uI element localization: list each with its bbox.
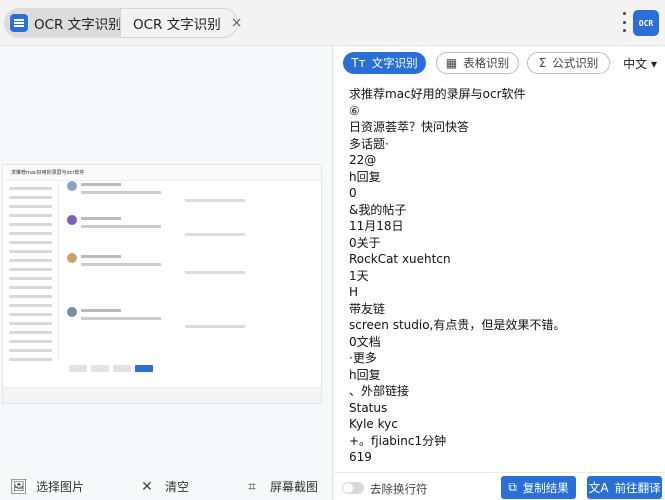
tab-title: OCR 文字识别 <box>34 17 122 33</box>
result-line: 多话题· <box>349 136 389 151</box>
result-line: 11月18日 <box>349 219 404 233</box>
result-line: 0关于 <box>349 235 381 250</box>
screenshot-label: 屏幕截图 <box>270 480 319 494</box>
select-image-label: 选择图片 <box>36 480 85 494</box>
screenshot-button[interactable]: ⌗ 屏幕截图 <box>244 478 318 495</box>
clear-label: 清空 <box>165 480 190 494</box>
close-icon[interactable]: × <box>231 15 243 31</box>
translate-button[interactable]: 文A 前往翻译 <box>587 476 662 499</box>
result-line: 日资源荟萃？快问快答 <box>349 120 470 134</box>
image-icon: 🖼 <box>10 478 28 495</box>
tab-table-label: 表格识别 <box>463 56 510 70</box>
image-preview: 求推荐mac好用的录屏与ocr软件 <box>2 164 322 404</box>
select-image-button[interactable]: 🖼 选择图片 <box>10 478 84 495</box>
table-icon: ▦ <box>445 56 458 70</box>
tab-formula-recognition[interactable]: Σ 公式识别 <box>527 52 610 74</box>
preview-bottom-strip <box>3 387 321 403</box>
result-line: 0 <box>349 186 357 200</box>
tab-title: OCR 文字识别 <box>133 17 221 33</box>
ocr-capture-button[interactable]: OCR <box>633 10 659 36</box>
result-line: H <box>349 285 359 299</box>
translate-icon: 文A <box>588 481 609 495</box>
result-line: Status <box>349 400 388 415</box>
language-select[interactable]: 中文 ▾ <box>623 55 657 72</box>
result-panel: Tт 文字识别 ▦ 表格识别 Σ 公式识别 中文 ▾ 求推荐mac好用的录屏与o… <box>334 46 665 500</box>
copy-result-button[interactable]: ⧉ 复制结果 <box>501 476 576 499</box>
sigma-icon: Σ <box>538 56 547 70</box>
preview-sidebar <box>3 181 59 361</box>
mode-bar: Tт 文字识别 ▦ 表格识别 Σ 公式识别 中文 ▾ <box>334 46 665 82</box>
result-line: 22@ <box>349 153 377 167</box>
result-line: &我的帖子 <box>349 202 407 217</box>
result-text[interactable]: 求推荐mac好用的录屏与ocr软件 ⑥ 日资源荟萃？快问快答 多话题· 22@ h回复 0 &… <box>349 86 654 468</box>
result-line: Kyle kyc <box>349 417 398 431</box>
chevron-down-icon: ▾ <box>650 57 657 71</box>
result-line: RockCat xuehtcn <box>349 252 451 266</box>
tab-ocr-second[interactable]: OCR 文字识别 × <box>120 8 242 38</box>
preview-header: 求推荐mac好用的录屏与ocr软件 <box>3 165 321 181</box>
tab-ocr-active[interactable]: OCR 文字识别 <box>4 8 122 38</box>
tab-text-label: 文字识别 <box>371 56 418 70</box>
right-toolbar: 去除换行符 ⧉ 复制结果 文A 前往翻译 <box>334 472 665 500</box>
image-preview-panel: 求推荐mac好用的录屏与ocr软件 <box>0 46 333 472</box>
result-line: 求推荐mac好用的录屏与ocr软件 <box>349 87 526 101</box>
tab-text-recognition[interactable]: Tт 文字识别 <box>343 52 426 74</box>
preview-posts <box>65 181 265 381</box>
result-line: h回复 <box>349 367 381 382</box>
language-label: 中文 <box>623 57 648 71</box>
result-line: ·更多 <box>349 351 377 365</box>
app-icon <box>10 14 28 32</box>
close-icon: ✕ <box>141 478 153 495</box>
remove-linebreak-label: 去除换行符 <box>370 482 428 496</box>
result-line: 1天 <box>349 268 369 283</box>
left-toolbar: 🖼 选择图片 ✕ 清空 ⌗ 屏幕截图 <box>0 472 333 500</box>
result-line: 带友链 <box>349 301 386 316</box>
tab-table-recognition[interactable]: ▦ 表格识别 <box>436 52 519 74</box>
result-line: +。fjiabinc1分钟 <box>349 433 447 448</box>
tab-bar: OCR 文字识别 OCR 文字识别 × OCR <box>0 0 665 46</box>
result-line: screen studio,有点贵，但是效果不错。 <box>349 318 566 332</box>
more-options-icon[interactable] <box>623 12 627 32</box>
text-icon: Tт <box>351 56 366 70</box>
copy-icon: ⧉ <box>508 480 517 494</box>
preview-footer-buttons <box>69 365 169 373</box>
crop-icon: ⌗ <box>248 478 256 495</box>
result-line: h回复 <box>349 169 381 184</box>
result-line: 、外部链接 <box>349 384 410 398</box>
copy-result-label: 复制结果 <box>522 480 569 495</box>
translate-label: 前往翻译 <box>614 480 661 495</box>
tab-formula-label: 公式识别 <box>552 56 599 70</box>
result-line: 0文档 <box>349 334 381 349</box>
preview-post-title: 求推荐mac好用的录屏与ocr软件 <box>11 170 85 176</box>
result-line: 619 <box>349 450 372 464</box>
remove-linebreak-toggle[interactable] <box>342 482 364 494</box>
clear-button[interactable]: ✕ 清空 <box>139 478 189 495</box>
result-line: ⑥ <box>349 103 360 118</box>
